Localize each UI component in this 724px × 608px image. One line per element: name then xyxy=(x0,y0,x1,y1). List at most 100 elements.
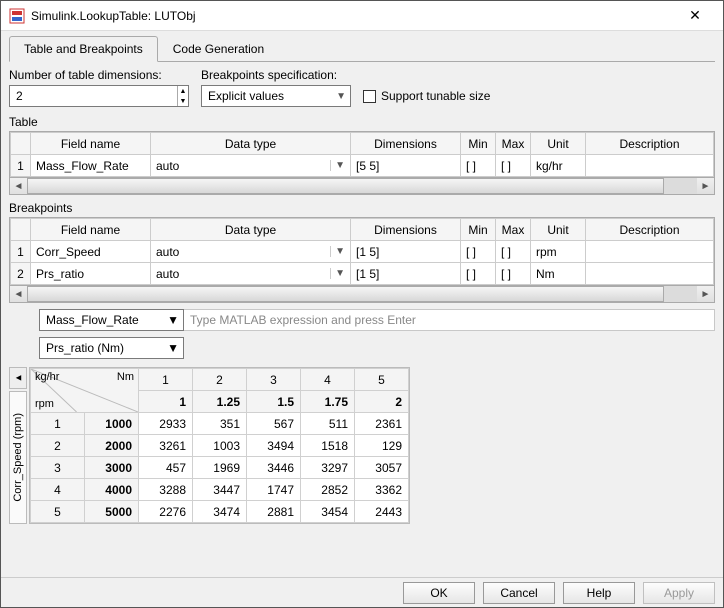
hdr-dims: Dimensions xyxy=(351,219,461,241)
cell-max[interactable]: [ ] xyxy=(496,263,531,285)
hdr-min: Min xyxy=(461,219,496,241)
hdr-max: Max xyxy=(496,133,531,155)
chevron-down-icon[interactable]: ▼ xyxy=(330,268,345,279)
scroll-thumb[interactable] xyxy=(27,286,664,302)
cell-max[interactable]: [ ] xyxy=(496,241,531,263)
bp-select[interactable]: Prs_ratio (Nm) ▼ xyxy=(39,337,184,359)
cell-unit[interactable]: rpm xyxy=(531,241,586,263)
col-index: 5 xyxy=(355,369,409,391)
col-bp[interactable]: 2 xyxy=(355,391,409,413)
table-row[interactable]: 1 Mass_Flow_Rate auto▼ [5 5] [ ] [ ] kg/… xyxy=(11,155,714,177)
checkbox-box[interactable] xyxy=(363,90,376,103)
scroll-left-icon[interactable]: ◄ xyxy=(10,181,27,192)
spinner-down-icon[interactable]: ▼ xyxy=(178,96,188,106)
data-cell[interactable]: 2852 xyxy=(301,479,355,501)
row-bp[interactable]: 3000 xyxy=(85,457,139,479)
cell-fieldname[interactable]: Corr_Speed xyxy=(31,241,151,263)
row-bp[interactable]: 2000 xyxy=(85,435,139,457)
data-cell[interactable]: 3261 xyxy=(139,435,193,457)
cell-datatype[interactable]: auto▼ xyxy=(151,241,351,263)
row-bp[interactable]: 1000 xyxy=(85,413,139,435)
table-row[interactable]: 1 Corr_Speed auto▼ [1 5] [ ] [ ] rpm xyxy=(11,241,714,263)
data-cell[interactable]: 3057 xyxy=(355,457,409,479)
cell-desc[interactable] xyxy=(586,155,714,177)
bp-select-value: Prs_ratio (Nm) xyxy=(46,341,124,355)
data-cell[interactable]: 1969 xyxy=(193,457,247,479)
cell-dims[interactable]: [1 5] xyxy=(351,241,461,263)
hscrollbar[interactable]: ◄ ► xyxy=(9,178,715,195)
data-cell[interactable]: 3297 xyxy=(301,457,355,479)
data-cell[interactable]: 2881 xyxy=(247,501,301,523)
col-bp[interactable]: 1.25 xyxy=(193,391,247,413)
cell-dims[interactable]: [5 5] xyxy=(351,155,461,177)
close-icon[interactable]: ✕ xyxy=(675,7,715,24)
data-cell[interactable]: 3474 xyxy=(193,501,247,523)
scroll-right-icon[interactable]: ► xyxy=(697,289,714,300)
spinner-up-icon[interactable]: ▲ xyxy=(178,86,188,96)
ok-button[interactable]: OK xyxy=(403,582,475,604)
data-cell[interactable]: 351 xyxy=(193,413,247,435)
table-row[interactable]: 2 Prs_ratio auto▼ [1 5] [ ] [ ] Nm xyxy=(11,263,714,285)
bp-grid: Field name Data type Dimensions Min Max … xyxy=(9,217,715,286)
cell-fieldname[interactable]: Mass_Flow_Rate xyxy=(31,155,151,177)
cell-datatype[interactable]: auto▼ xyxy=(151,155,351,177)
cell-fieldname[interactable]: Prs_ratio xyxy=(31,263,151,285)
data-cell[interactable]: 457 xyxy=(139,457,193,479)
data-cell[interactable]: 567 xyxy=(247,413,301,435)
data-cell[interactable]: 129 xyxy=(355,435,409,457)
hscrollbar[interactable]: ◄ ► xyxy=(9,286,715,303)
apply-button[interactable]: Apply xyxy=(643,582,715,604)
cell-datatype[interactable]: auto▼ xyxy=(151,263,351,285)
cell-desc[interactable] xyxy=(586,241,714,263)
data-cell[interactable]: 3454 xyxy=(301,501,355,523)
scroll-thumb[interactable] xyxy=(27,178,664,194)
data-cell[interactable]: 2933 xyxy=(139,413,193,435)
chevron-down-icon[interactable]: ▼ xyxy=(330,160,345,171)
table-select[interactable]: Mass_Flow_Rate ▼ xyxy=(39,309,184,331)
help-button[interactable]: Help xyxy=(563,582,635,604)
row-bp[interactable]: 4000 xyxy=(85,479,139,501)
cell-desc[interactable] xyxy=(586,263,714,285)
data-cell[interactable]: 3447 xyxy=(193,479,247,501)
data-cell[interactable]: 3362 xyxy=(355,479,409,501)
vtab-collapse[interactable]: ▸ xyxy=(9,367,27,389)
data-cell[interactable]: 1747 xyxy=(247,479,301,501)
tab-table-breakpoints[interactable]: Table and Breakpoints xyxy=(9,36,158,62)
vtab-corr-speed[interactable]: Corr_Speed (rpm) xyxy=(9,391,27,524)
chevron-down-icon[interactable]: ▼ xyxy=(330,246,345,257)
data-cell[interactable]: 3446 xyxy=(247,457,301,479)
data-cell[interactable]: 2443 xyxy=(355,501,409,523)
data-cell[interactable]: 2361 xyxy=(355,413,409,435)
numdim-input[interactable] xyxy=(10,86,177,106)
scroll-right-icon[interactable]: ► xyxy=(697,181,714,192)
cell-min[interactable]: [ ] xyxy=(461,155,496,177)
data-cell[interactable]: 1003 xyxy=(193,435,247,457)
tab-code-generation[interactable]: Code Generation xyxy=(158,36,279,62)
data-cell[interactable]: 1518 xyxy=(301,435,355,457)
app-icon xyxy=(9,8,25,24)
content-area: Table and Breakpoints Code Generation Nu… xyxy=(1,31,723,577)
numdim-spinner[interactable]: ▲ ▼ xyxy=(9,85,189,107)
window: Simulink.LookupTable: LUTObj ✕ Table and… xyxy=(0,0,724,608)
col-bp[interactable]: 1.5 xyxy=(247,391,301,413)
scroll-left-icon[interactable]: ◄ xyxy=(10,289,27,300)
cell-min[interactable]: [ ] xyxy=(461,263,496,285)
col-bp[interactable]: 1 xyxy=(139,391,193,413)
cell-unit[interactable]: Nm xyxy=(531,263,586,285)
cell-dims[interactable]: [1 5] xyxy=(351,263,461,285)
cell-unit[interactable]: kg/hr xyxy=(531,155,586,177)
cancel-button[interactable]: Cancel xyxy=(483,582,555,604)
data-row: 1 1000 2933 351 567 511 2361 xyxy=(31,413,409,435)
data-cell[interactable]: 2276 xyxy=(139,501,193,523)
col-index: 3 xyxy=(247,369,301,391)
tunable-checkbox[interactable]: Support tunable size xyxy=(363,89,490,103)
data-cell[interactable]: 3494 xyxy=(247,435,301,457)
row-bp[interactable]: 5000 xyxy=(85,501,139,523)
cell-max[interactable]: [ ] xyxy=(496,155,531,177)
data-cell[interactable]: 3288 xyxy=(139,479,193,501)
col-bp[interactable]: 1.75 xyxy=(301,391,355,413)
data-cell[interactable]: 511 xyxy=(301,413,355,435)
bpspec-select[interactable]: Explicit values ▼ xyxy=(201,85,351,107)
cell-min[interactable]: [ ] xyxy=(461,241,496,263)
expression-input[interactable]: Type MATLAB expression and press Enter xyxy=(184,309,715,331)
